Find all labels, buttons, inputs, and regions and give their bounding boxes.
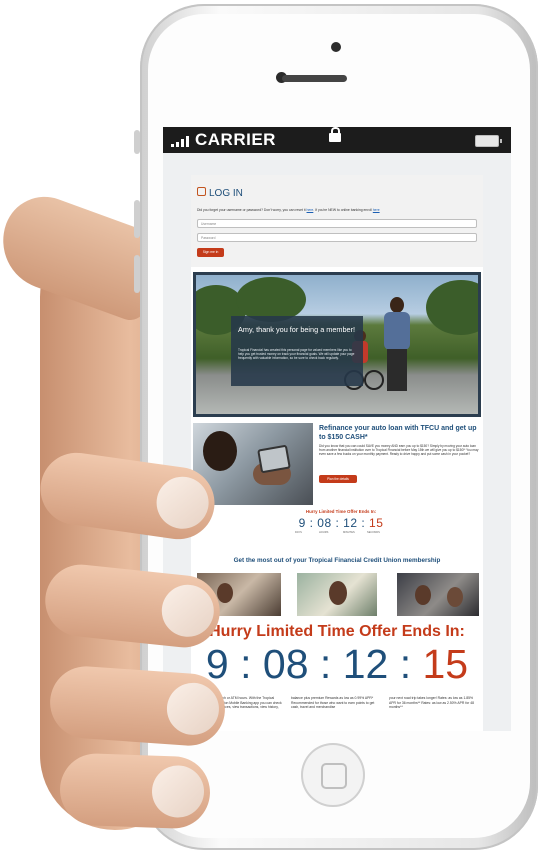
password-field[interactable]: Password — [197, 233, 477, 242]
plan-details-button[interactable]: Plan the details — [319, 475, 357, 483]
big-countdown: 9 : 08 : 12 : 15 — [205, 641, 469, 687]
unit-hours: HOURS — [319, 531, 329, 534]
membership-photos — [197, 573, 479, 616]
unit-minutes: MINUTES — [343, 531, 355, 534]
credit-card-photo[interactable] — [297, 573, 377, 616]
login-title: LOG IN — [197, 187, 243, 199]
lock-icon — [329, 127, 341, 142]
home-square-icon — [321, 763, 347, 789]
small-countdown: 9 : 08 : 12 : 15 — [298, 516, 384, 530]
footer-col-3: your next road trip takes longer! Rates:… — [389, 696, 474, 710]
unit-seconds: SECONDS — [367, 531, 380, 534]
help-text-part-2: . If you're NEW to online banking enroll — [313, 208, 372, 212]
big-timer-title: Hurry Limited Time Offer Ends In: — [209, 623, 465, 640]
big-seconds: 15 — [422, 641, 469, 687]
front-camera-icon — [331, 42, 341, 52]
big-hours: 08 — [262, 641, 309, 687]
carrier-name: CARRIER — [195, 130, 276, 149]
small-days: 9 — [298, 516, 306, 530]
promo-text: Did you know that you can could SAVE you… — [319, 444, 479, 457]
small-timer-title: Hurry Limited Time Offer Ends In: — [305, 509, 377, 514]
home-button[interactable] — [301, 743, 365, 807]
padlock-icon — [197, 187, 206, 196]
big-minutes: 12 — [342, 641, 389, 687]
web-page: LOG IN Did you forget your username or p… — [191, 175, 483, 731]
battery-icon — [475, 135, 502, 147]
unit-days: DAYS — [295, 531, 302, 534]
status-bar: CARRIER — [163, 127, 511, 153]
welcome-text: Tropical Financial has created this pers… — [238, 348, 355, 361]
enroll-link[interactable]: here — [373, 208, 380, 212]
small-hours: 08 — [317, 516, 332, 530]
username-field[interactable]: Username — [197, 219, 477, 228]
login-title-text: LOG IN — [209, 188, 243, 199]
auto-loan-promo: Refinance your auto loan with TFCU and g… — [193, 423, 481, 545]
finger-pinky — [58, 752, 212, 830]
signal-strength-icon — [171, 135, 193, 147]
phone-screen: CARRIER LOG IN Did you forget your usern… — [163, 127, 511, 731]
earpiece-speaker — [282, 75, 347, 82]
small-seconds: 15 — [369, 516, 384, 530]
help-text-part-1: Did you forget your username or password… — [197, 208, 306, 212]
sign-in-button[interactable]: Sign me in — [197, 248, 224, 257]
login-panel: LOG IN Did you forget your username or p… — [191, 175, 483, 267]
small-minutes: 12 — [343, 516, 358, 530]
login-help-text: Did you forget your username or password… — [197, 208, 380, 212]
hero-banner: Amy, thank you for being a member! Tropi… — [193, 272, 481, 417]
volume-down-button — [134, 255, 140, 293]
footer-col-2: balance plus premium Rewards as low as 0… — [291, 696, 375, 710]
finger-ring — [47, 663, 228, 749]
auto-loan-photo[interactable] — [397, 573, 479, 616]
welcome-card: Amy, thank you for being a member! Tropi… — [231, 316, 363, 386]
promo-title: Refinance your auto loan with TFCU and g… — [319, 425, 477, 441]
welcome-heading: Amy, thank you for being a member! — [238, 325, 356, 334]
volume-up-button — [134, 200, 140, 238]
mute-switch — [134, 130, 140, 154]
membership-heading: Get the most out of your Tropical Financ… — [233, 557, 441, 564]
